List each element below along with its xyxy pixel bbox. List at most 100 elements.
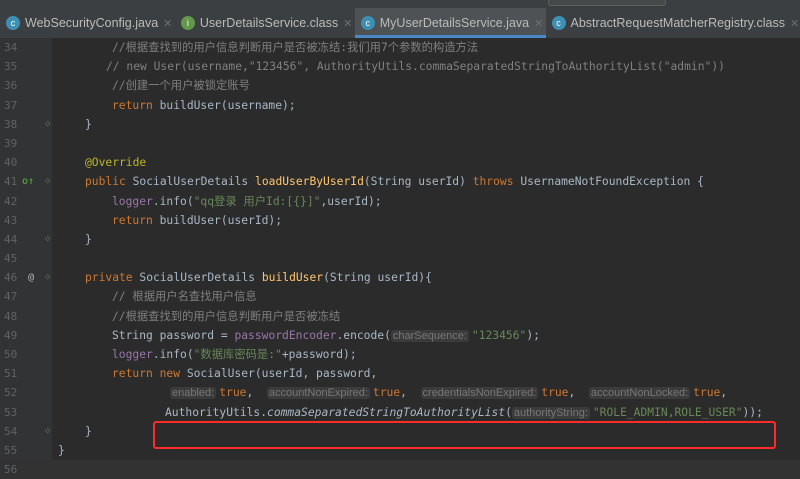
override-icon[interactable]: o↑ xyxy=(22,172,34,191)
line-number: 53 xyxy=(4,405,18,419)
code-token: true xyxy=(219,386,247,400)
code-token: public xyxy=(85,175,133,189)
code-token: .info( xyxy=(152,348,194,361)
code-line: 49 String password = passwordEncoder.enco… xyxy=(0,326,800,345)
parameter-hint: credentialsNonExpired: xyxy=(420,387,539,400)
line-number: 44 xyxy=(4,232,18,246)
code-token: ); xyxy=(526,328,540,342)
line-number: 37 xyxy=(4,98,18,112)
tab-myuserdetailsservice-java[interactable]: c MyUserDetailsService.java ✕ xyxy=(354,8,546,38)
close-icon[interactable]: ✕ xyxy=(790,17,799,30)
parameter-hint: enabled: xyxy=(170,387,217,400)
tab-label: UserDetailsService.class xyxy=(199,16,339,30)
code-token: private xyxy=(85,271,140,285)
run-configuration-select[interactable] xyxy=(548,0,666,6)
code-token: true xyxy=(541,386,569,400)
fold-icon[interactable]: ◇ xyxy=(45,268,50,287)
fold-icon[interactable]: ◇ xyxy=(45,230,50,249)
code-token: loadUserByUserId xyxy=(255,175,364,189)
code-line: 42 logger.info("qq登录 用户Id:[{}]",userId); xyxy=(0,192,800,211)
code-token: logger xyxy=(112,348,153,361)
class-icon: c xyxy=(360,16,375,30)
code-token: buildUser xyxy=(261,271,324,285)
line-number: 50 xyxy=(4,348,18,361)
tab-abstractrequestmatcherregistry-class[interactable]: c AbstractRequestMatcherRegistry.class ✕ xyxy=(545,8,800,38)
code-token: , xyxy=(720,386,728,400)
annotation-icon[interactable]: @ xyxy=(28,268,34,287)
close-icon[interactable]: ✕ xyxy=(534,17,543,30)
line-number: 35 xyxy=(4,60,18,74)
code-token: SocialUserDetails xyxy=(132,175,256,189)
code-token: (String userId) xyxy=(363,175,473,189)
code-token: ,userId); xyxy=(320,194,382,208)
code-line: 40 @Override xyxy=(0,153,800,172)
code-token: //根据查找到的用户信息判断用户是否被冻结 xyxy=(112,309,341,323)
code-token: throws xyxy=(472,175,521,189)
code-editor[interactable]: 34 //根据查找到的用户信息判断用户是否被冻结:我们用7个参数的构造方法 35 //… xyxy=(0,38,800,479)
fold-icon[interactable]: ◇ xyxy=(45,422,50,441)
code-token: UsernameNotFoundException { xyxy=(520,175,704,189)
code-token: (String userId){ xyxy=(323,271,432,285)
code-line: 34 //根据查找到的用户信息判断用户是否被冻结:我们用7个参数的构造方法 xyxy=(0,38,800,57)
line-number: 48 xyxy=(4,309,18,323)
code-line: 44 ◇} xyxy=(0,230,800,249)
code-line: 45 xyxy=(0,249,800,268)
code-token: passwordEncoder xyxy=(234,328,337,342)
code-line: 52 enabled: true, accountNonExpired: true, … xyxy=(0,383,800,402)
code-token: buildUser(userId); xyxy=(159,213,283,227)
code-token: )); xyxy=(742,405,763,419)
line-number: 34 xyxy=(4,41,18,54)
tab-label: MyUserDetailsService.java xyxy=(379,16,530,30)
code-token: //根据查找到的用户信息判断用户是否被冻结:我们用7个参数的构造方法 xyxy=(112,41,479,54)
code-token: ( xyxy=(505,405,512,419)
code-token: //创建一个用户被锁定账号 xyxy=(112,79,250,93)
code-line: 51 return new SocialUser(userId, password… xyxy=(0,364,800,383)
code-token: .info( xyxy=(152,194,194,208)
code-token: @Override xyxy=(85,156,147,170)
code-token: } xyxy=(85,117,92,131)
toolbar xyxy=(0,0,800,8)
line-number: 47 xyxy=(4,290,18,304)
line-number: 43 xyxy=(4,213,18,227)
close-icon[interactable]: ✕ xyxy=(343,17,352,30)
code-token: return new xyxy=(112,367,187,381)
line-number: 39 xyxy=(4,136,18,150)
tab-label: AbstractRequestMatcherRegistry.class xyxy=(570,16,785,30)
parameter-hint: charSequence: xyxy=(390,329,469,342)
code-line: 48 //根据查找到的用户信息判断用户是否被冻结 xyxy=(0,307,800,326)
code-token: , xyxy=(246,386,267,400)
code-token: return xyxy=(112,98,160,112)
editor-tabs: c WebSecurityConfig.java ✕ i UserDetailsServ… xyxy=(0,8,800,38)
code-line: 47 // 根据用户名查找用户信息 xyxy=(0,287,800,306)
code-line: 35 // new User(username,"123456", Authori… xyxy=(0,57,800,76)
fold-icon[interactable]: ◇ xyxy=(45,172,50,191)
code-line: 43 return buildUser(userId); xyxy=(0,211,800,230)
code-line: 38 ◇} xyxy=(0,115,800,134)
code-token: SocialUser(userId, password, xyxy=(186,367,378,381)
tab-websecurityconfig-java[interactable]: c WebSecurityConfig.java ✕ xyxy=(0,8,175,38)
line-number: 38 xyxy=(4,117,18,131)
class-icon: c xyxy=(551,16,566,30)
code-line: 50 logger.info("数据库密码是:"+password); xyxy=(0,345,800,364)
code-token: +password); xyxy=(281,348,357,361)
close-icon[interactable]: ✕ xyxy=(163,17,172,30)
parameter-hint: authorityString: xyxy=(511,406,590,419)
code-token: // 根据用户名查找用户信息 xyxy=(112,290,257,304)
code-token: // new User(username,"123456", Authority… xyxy=(106,60,725,74)
parameter-hint: accountNonExpired: xyxy=(266,387,370,400)
code-token: String password = xyxy=(112,328,235,342)
code-token: return xyxy=(112,213,160,227)
fold-icon[interactable]: ◇ xyxy=(45,115,50,134)
code-token: , xyxy=(568,386,589,400)
code-token: logger xyxy=(112,194,153,208)
line-number: 49 xyxy=(4,328,18,342)
code-token: true xyxy=(693,386,721,400)
code-token: , xyxy=(400,386,421,400)
line-number: 55 xyxy=(4,443,18,457)
parameter-hint: accountNonLocked: xyxy=(588,387,691,400)
code-line: 37 return buildUser(username); xyxy=(0,96,800,115)
tab-userdetailsservice-class[interactable]: i UserDetailsService.class ✕ xyxy=(174,8,355,38)
code-token: } xyxy=(58,443,65,457)
code-line: 56 xyxy=(0,460,800,479)
code-line: 41 o↑ ◇ public SocialUserDetails loadUserBy… xyxy=(0,172,800,191)
